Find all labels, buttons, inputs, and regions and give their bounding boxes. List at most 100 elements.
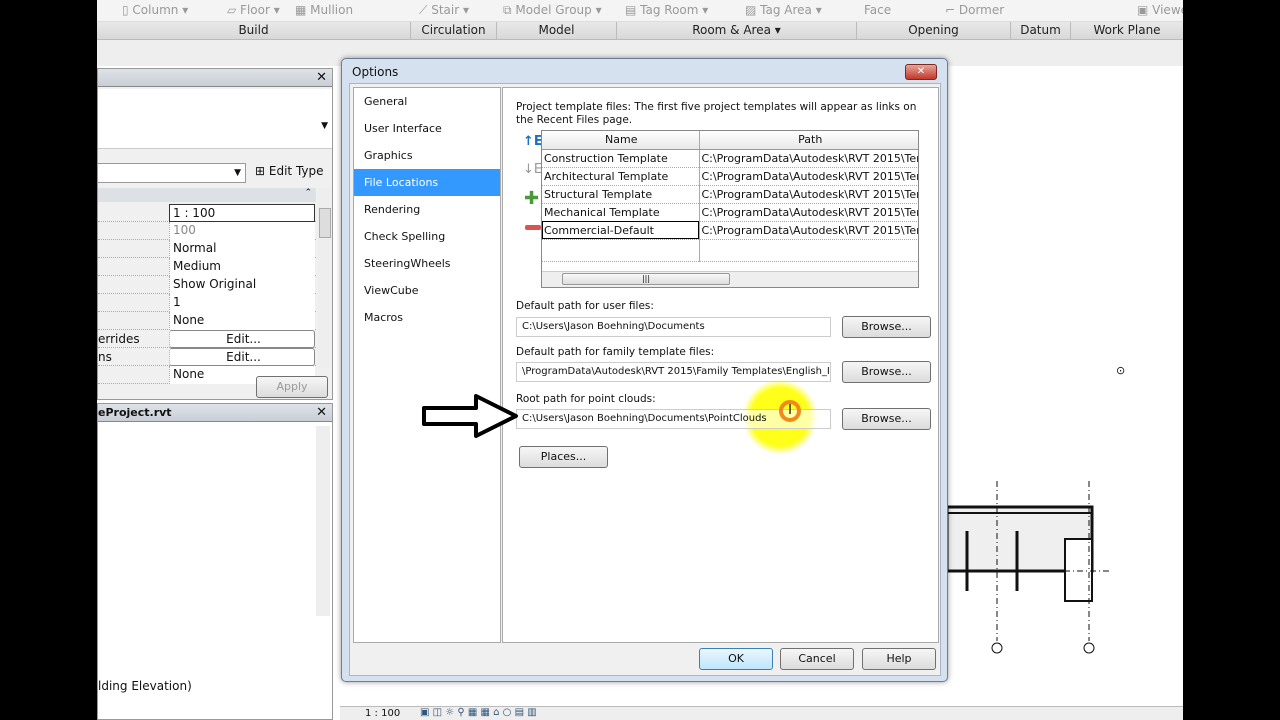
templates-table: Name Path Construction Template C:\Program…	[541, 130, 919, 288]
browser-item[interactable]: lding Elevation)	[98, 679, 192, 693]
property-value[interactable]: 100	[169, 222, 315, 240]
property-value[interactable]: 1	[169, 294, 315, 312]
model-group-tool[interactable]: ⧉ Model Group ▾	[503, 3, 602, 18]
family-template-path-input[interactable]: \ProgramData\Autodesk\RVT 2015\Family Te…	[516, 362, 831, 382]
template-row[interactable]: Structural Template C:\ProgramData\Autode…	[542, 185, 918, 204]
nav-item-check-spelling[interactable]: Check Spelling	[354, 223, 500, 250]
template-name[interactable]: Architectural Template	[542, 167, 700, 186]
browse-point-cloud-button[interactable]: Browse...	[842, 408, 931, 430]
template-row[interactable]: Architectural Template C:\ProgramData\Aut…	[542, 167, 918, 186]
user-files-path-input[interactable]: C:\Users\Jason Boehning\Documents	[516, 317, 831, 337]
edit-type-icon: ⊞	[255, 164, 266, 178]
column-header-name[interactable]: Name	[542, 131, 700, 150]
add-icon[interactable]: ✚	[524, 188, 539, 209]
properties-scrollbar[interactable]	[318, 188, 332, 368]
dormer-tool[interactable]: ⌐ Dormer	[945, 3, 1004, 17]
nav-item-file-locations[interactable]: File Locations	[354, 169, 500, 196]
tool-label: Viewer	[1152, 3, 1183, 17]
tool-label: Model Group	[515, 3, 592, 17]
tag-room-tool[interactable]: ▤ Tag Room ▾	[625, 3, 708, 17]
column-header-path[interactable]: Path	[699, 131, 918, 150]
stair-tool[interactable]: ⟋ Stair ▾	[419, 3, 469, 18]
nav-item-general[interactable]: General	[354, 88, 500, 115]
panel-datum[interactable]: Datum	[1011, 22, 1071, 40]
browser-scrollbar[interactable]	[316, 426, 330, 616]
nav-item-user-interface[interactable]: User Interface	[354, 115, 500, 142]
template-path[interactable]: C:\ProgramData\Autodesk\RVT 2015\Ter	[699, 203, 918, 222]
nav-item-macros[interactable]: Macros	[354, 304, 500, 331]
panel-room-area[interactable]: Room & Area ▾	[617, 22, 857, 40]
panel-opening[interactable]: Opening	[857, 22, 1011, 40]
edit-type-button[interactable]: ⊞ Edit Type	[255, 164, 324, 178]
text-cursor-icon: I	[779, 400, 801, 422]
property-value[interactable]: 1 : 100	[169, 204, 315, 222]
view-scale[interactable]: 1 : 100	[365, 708, 400, 719]
template-name[interactable]: Construction Template	[542, 149, 700, 168]
options-dialog: Options ✕ General User Interface Graphics F…	[341, 58, 948, 682]
family-template-label: Default path for family template files:	[516, 346, 715, 358]
property-row: None	[98, 312, 316, 330]
template-path[interactable]: C:\ProgramData\Autodesk\RVT 2015\Ter	[699, 149, 918, 168]
close-icon[interactable]: ✕	[316, 70, 327, 85]
property-value[interactable]: Medium	[169, 258, 315, 276]
property-value[interactable]: Show Original	[169, 276, 315, 294]
browse-user-files-button[interactable]: Browse...	[842, 316, 931, 338]
dialog-title: Options	[352, 65, 399, 79]
help-button[interactable]: Help	[862, 648, 936, 670]
property-row: Normal	[98, 240, 316, 258]
panel-build[interactable]: Build	[97, 22, 411, 40]
mullion-tool[interactable]: ▦ Mullion	[295, 3, 353, 17]
edit-button[interactable]: Edit...	[169, 348, 315, 366]
scroll-thumb[interactable]	[319, 208, 331, 238]
floor-tool[interactable]: ▱ Floor ▾	[227, 3, 280, 17]
close-button[interactable]: ✕	[905, 64, 937, 80]
edit-button[interactable]: Edit...	[169, 330, 315, 348]
property-row: Medium	[98, 258, 316, 276]
ok-button[interactable]: OK	[699, 648, 773, 670]
property-value[interactable]: None	[169, 312, 315, 330]
tool-label: Column	[132, 3, 179, 17]
close-icon[interactable]: ✕	[316, 405, 327, 420]
move-down-icon[interactable]: ↓E	[523, 162, 542, 177]
horizontal-scrollbar[interactable]: |||	[542, 271, 918, 287]
nav-item-graphics[interactable]: Graphics	[354, 142, 500, 169]
dropdown-icon: ▼	[234, 168, 241, 178]
panel-model[interactable]: Model	[497, 22, 617, 40]
apply-button[interactable]: Apply	[256, 376, 328, 398]
template-path[interactable]: C:\ProgramData\Autodesk\RVT 2015\Ter	[699, 221, 918, 240]
browse-family-template-button[interactable]: Browse...	[842, 361, 931, 383]
template-name[interactable]: Structural Template	[542, 185, 700, 204]
property-row: 1 : 100	[98, 204, 316, 222]
property-row: 100	[98, 222, 316, 240]
nav-item-viewcube[interactable]: ViewCube	[354, 277, 500, 304]
nav-item-steeringwheels[interactable]: SteeringWheels	[354, 250, 500, 277]
panel-work-plane[interactable]: Work Plane	[1071, 22, 1183, 40]
face-tool[interactable]: Face	[864, 3, 891, 17]
properties-palette: ✕ ▼ ▼ ⊞ Edit Type ⌃ 1 : 100 100 Normal Medi…	[97, 68, 333, 400]
places-button[interactable]: Places...	[519, 446, 608, 468]
panel-circulation[interactable]: Circulation	[411, 22, 497, 40]
type-selector[interactable]: ▼	[98, 89, 332, 149]
remove-icon[interactable]	[525, 225, 541, 230]
template-row[interactable]: Construction Template C:\ProgramData\Auto…	[542, 149, 918, 168]
cancel-button[interactable]: Cancel	[780, 648, 854, 670]
template-name[interactable]: Mechanical Template	[542, 203, 700, 222]
collapse-icon[interactable]: ⌃	[304, 188, 312, 198]
column-tool[interactable]: ▯ Column ▾	[122, 3, 188, 17]
move-up-icon[interactable]: ↑E	[523, 134, 543, 149]
template-row[interactable]: Mechanical Template C:\ProgramData\Autode…	[542, 203, 918, 222]
property-value[interactable]: Normal	[169, 240, 315, 258]
properties-group-header: ⌃	[98, 188, 316, 202]
template-name[interactable]: Commercial-Default	[542, 221, 700, 240]
template-row[interactable]: Commercial-Default C:\ProgramData\Autodes…	[542, 221, 918, 240]
nav-item-rendering[interactable]: Rendering	[354, 196, 500, 223]
property-label: errides	[98, 332, 140, 346]
template-path[interactable]: C:\ProgramData\Autodesk\RVT 2015\Ter	[699, 185, 918, 204]
template-path[interactable]: C:\ProgramData\Autodesk\RVT 2015\Ter	[699, 167, 918, 186]
tag-area-tool[interactable]: ▨ Tag Area ▾	[745, 3, 822, 17]
view-control-icons[interactable]: ▣ ◫ ☼ ⚲ ▦ ▦ ⌂ ○ ▤ ▥	[420, 707, 537, 718]
scroll-thumb[interactable]: |||	[562, 273, 730, 285]
options-nav: General User Interface Graphics File Locati…	[353, 87, 501, 643]
viewer-tool[interactable]: ▣ Viewer	[1137, 3, 1183, 17]
instance-filter-dropdown[interactable]: ▼	[98, 163, 246, 183]
